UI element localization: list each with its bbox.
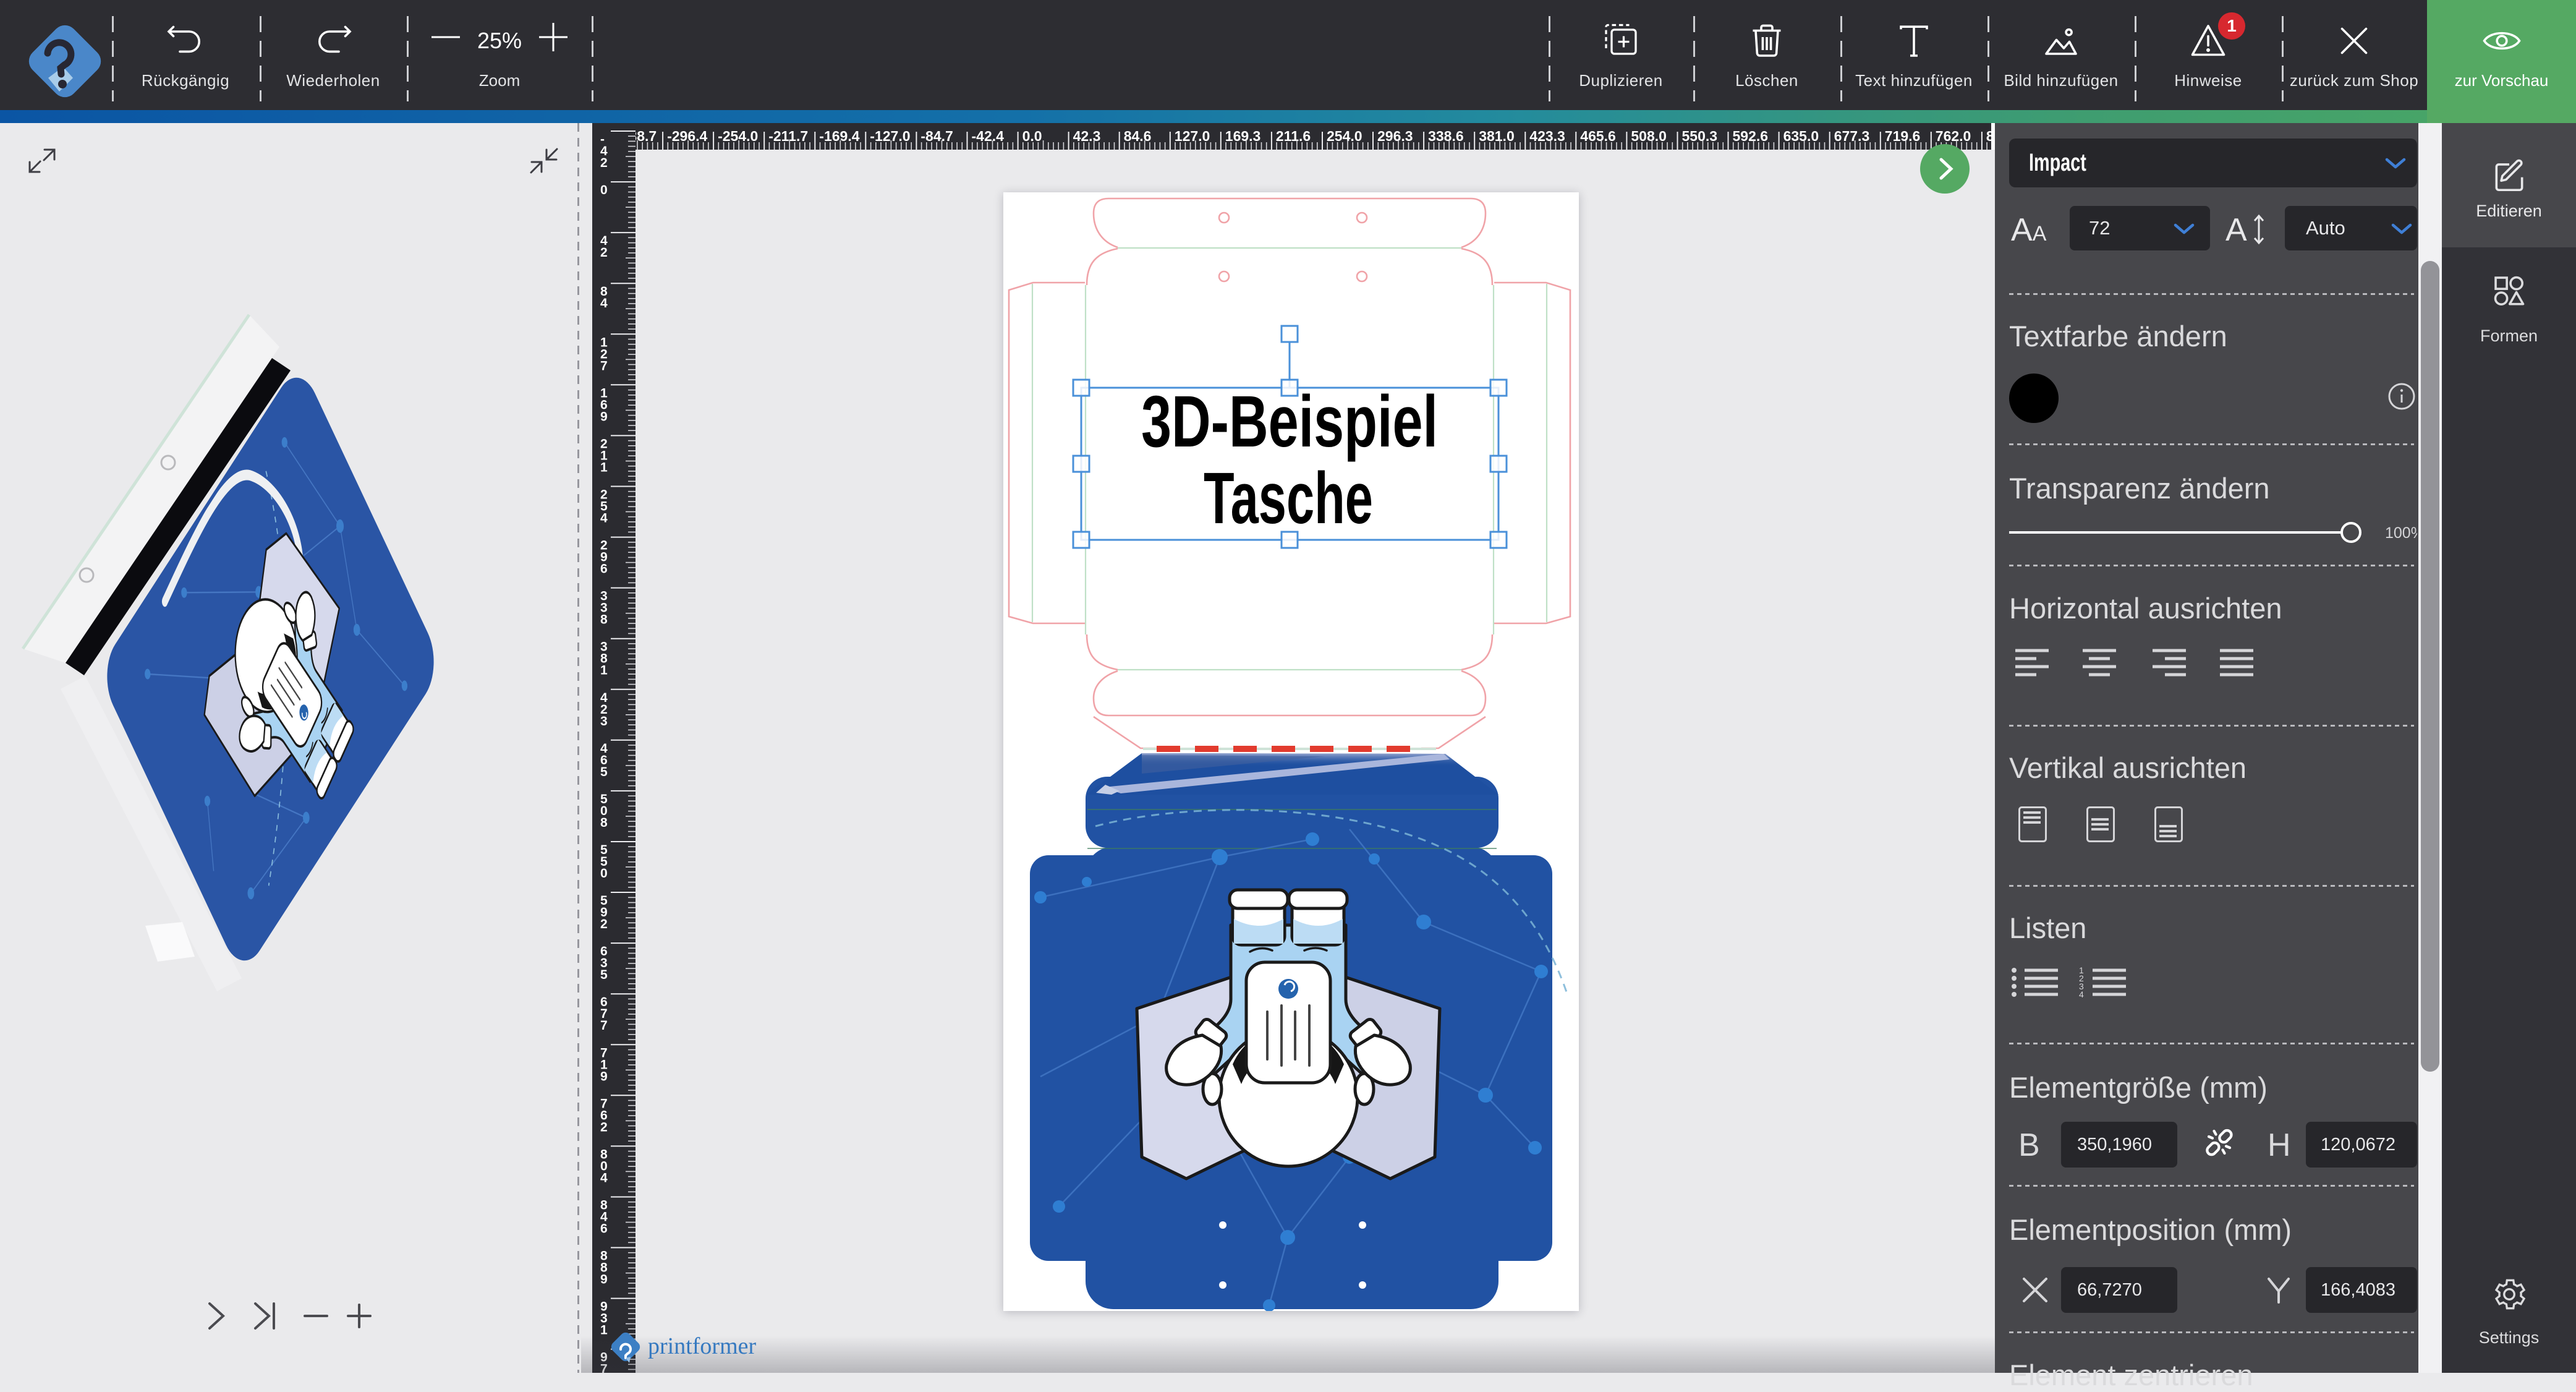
svg-text:127.0: 127.0	[1175, 128, 1210, 144]
svg-text:0: 0	[600, 183, 608, 197]
svg-text:465.6: 465.6	[1580, 128, 1616, 144]
svg-text:1: 1	[600, 664, 608, 678]
svg-text:4: 4	[600, 296, 608, 310]
svg-text:381.0: 381.0	[1479, 128, 1515, 144]
svg-text:169.3: 169.3	[1225, 128, 1261, 144]
svg-text:84.6: 84.6	[1124, 128, 1152, 144]
svg-text:719.6: 719.6	[1885, 128, 1921, 144]
svg-text:6: 6	[600, 562, 608, 576]
svg-text:677.3: 677.3	[1834, 128, 1870, 144]
svg-text:550.3: 550.3	[1682, 128, 1718, 144]
svg-text:4: 4	[2079, 989, 2084, 999]
svg-text:-254.0: -254.0	[718, 128, 758, 144]
svg-text:-211.7: -211.7	[768, 128, 808, 144]
svg-text:2: 2	[600, 156, 608, 170]
svg-text:5: 5	[600, 968, 608, 982]
svg-text:592.6: 592.6	[1733, 128, 1769, 144]
svg-text:-127.0: -127.0	[870, 128, 910, 144]
svg-text:6: 6	[600, 1222, 608, 1236]
svg-text:-42.4: -42.4	[972, 128, 1005, 144]
svg-text:2: 2	[600, 246, 608, 260]
svg-text:211.6: 211.6	[1276, 128, 1311, 144]
svg-text:508.0: 508.0	[1631, 128, 1667, 144]
svg-text:762.0: 762.0	[1936, 128, 1971, 144]
svg-text:2: 2	[600, 917, 608, 931]
svg-text:7: 7	[600, 1018, 608, 1033]
svg-text:2: 2	[600, 1120, 608, 1134]
svg-text:9: 9	[600, 409, 608, 424]
svg-text:9: 9	[600, 1273, 608, 1287]
svg-text:-169.4: -169.4	[819, 128, 859, 144]
svg-text:3: 3	[600, 714, 608, 728]
svg-text:0: 0	[600, 866, 608, 881]
svg-text:254.0: 254.0	[1327, 128, 1362, 144]
svg-text:8: 8	[600, 816, 608, 830]
svg-text:804.3: 804.3	[1986, 128, 1991, 144]
svg-text:7: 7	[600, 359, 608, 373]
svg-text:5: 5	[600, 765, 608, 779]
svg-text:1: 1	[600, 460, 608, 474]
svg-text:338.6: 338.6	[1428, 128, 1464, 144]
svg-text:635.0: 635.0	[1783, 128, 1819, 144]
svg-text:423.3: 423.3	[1529, 128, 1565, 144]
svg-text:printformer: printformer	[648, 1333, 757, 1359]
svg-text:8: 8	[600, 613, 608, 627]
svg-text:296.3: 296.3	[1377, 128, 1413, 144]
svg-text:4: 4	[600, 1171, 608, 1185]
svg-text:-84.7: -84.7	[920, 128, 953, 144]
svg-text:42.3: 42.3	[1073, 128, 1101, 144]
svg-text:100%: 100%	[2385, 524, 2417, 542]
svg-text:Tasche: Tasche	[1204, 458, 1373, 539]
svg-text:-296.4: -296.4	[667, 128, 707, 144]
svg-text:3D-Beispiel: 3D-Beispiel	[1141, 381, 1438, 463]
svg-text:0.0: 0.0	[1022, 128, 1042, 144]
svg-text:4: 4	[600, 511, 608, 526]
svg-text:9: 9	[600, 1069, 608, 1083]
